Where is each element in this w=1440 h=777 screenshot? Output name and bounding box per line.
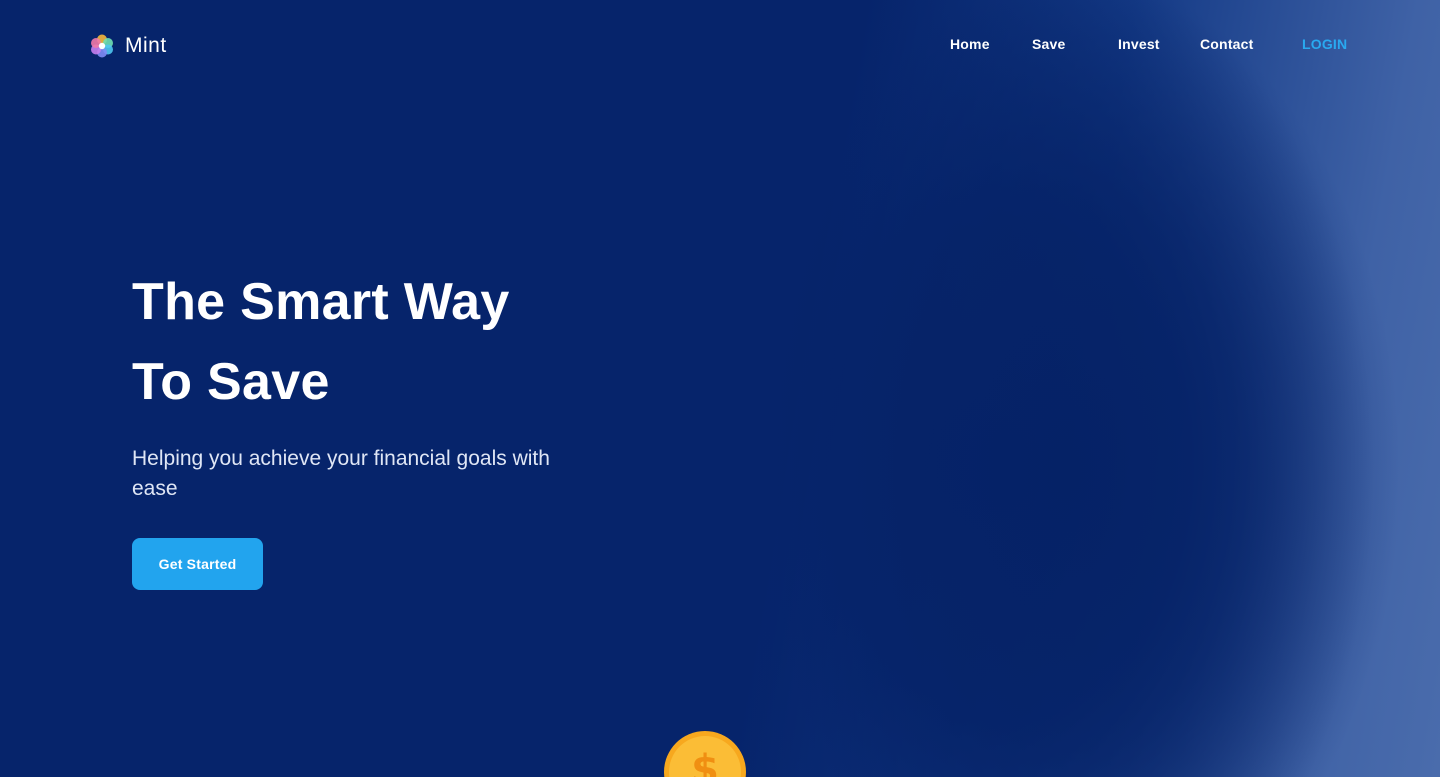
hero-title-line-1: The Smart Way xyxy=(132,273,510,331)
background-glow xyxy=(740,0,1440,777)
nav-contact[interactable]: Contact xyxy=(1200,36,1254,52)
dollar-coin-icon: $ xyxy=(664,731,746,777)
hero-section: The Smart Way To Save Helping you achiev… xyxy=(132,262,652,504)
coin-symbol: $ xyxy=(691,747,719,777)
hero-subtitle: Helping you achieve your financial goals… xyxy=(132,447,550,500)
main-nav: Home Save Invest Contact LOGIN xyxy=(0,36,1440,56)
hero-title-line-2: To Save xyxy=(132,353,330,411)
hero-title: The Smart Way To Save xyxy=(132,262,652,422)
nav-save[interactable]: Save xyxy=(1032,36,1066,52)
login-link[interactable]: LOGIN xyxy=(1302,36,1347,52)
nav-invest[interactable]: Invest xyxy=(1118,36,1160,52)
nav-home[interactable]: Home xyxy=(950,36,990,52)
get-started-button[interactable]: Get Started xyxy=(132,538,263,590)
site-header: Mint Home Save Invest Contact LOGIN xyxy=(0,0,1440,90)
